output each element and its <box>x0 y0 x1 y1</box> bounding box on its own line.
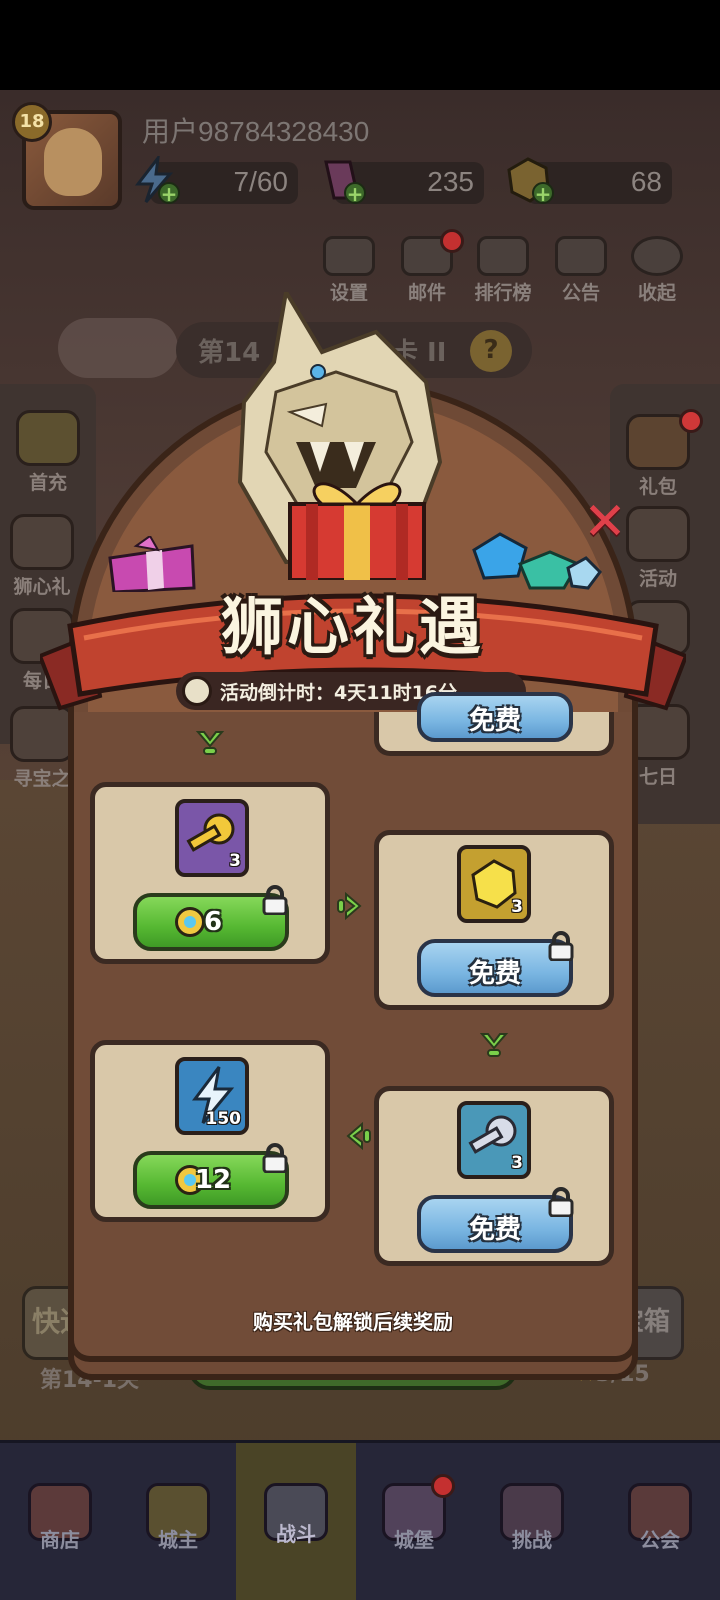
arrow-down-icon <box>195 731 225 755</box>
activity-icon <box>626 506 690 562</box>
level-badge: 18 <box>12 102 52 142</box>
gift-icon <box>626 409 703 470</box>
lock-icon <box>262 1143 288 1173</box>
free-button-label: 免费 <box>468 706 521 736</box>
lock-icon <box>262 885 288 915</box>
item-quantity: 150 <box>205 1109 242 1129</box>
nav-shop-label: 商店 <box>40 1528 80 1552</box>
add-energy-button[interactable]: + <box>158 182 180 204</box>
silver-key-icon: 3 <box>457 1101 531 1179</box>
arrow-left-icon <box>346 1121 371 1151</box>
nav-castle-label: 城堡 <box>394 1528 434 1552</box>
reward-cell-partial: 免费 <box>374 692 614 756</box>
megaphone-icon <box>555 236 607 276</box>
announcement-label: 公告 <box>561 282 600 304</box>
notification-dot <box>679 409 703 433</box>
first-recharge-label: 首充 <box>28 472 67 494</box>
nav-guild[interactable] <box>600 1443 720 1600</box>
cloud-decoration <box>58 318 178 378</box>
ranking-label: 排行榜 <box>474 282 532 304</box>
gear-icon <box>323 236 375 276</box>
popup-title: 狮心礼遇 <box>220 590 485 663</box>
ranking-icon <box>477 236 529 276</box>
free-button-partial[interactable]: 免费 <box>417 692 573 742</box>
nav-castle[interactable] <box>354 1443 474 1600</box>
energy-value: 7/60 <box>233 166 289 197</box>
item-quantity: 3 <box>511 1153 523 1173</box>
red-gift-box-icon <box>288 482 426 580</box>
add-gem-button[interactable]: + <box>344 182 366 204</box>
ranking-button[interactable]: 排行榜 <box>470 236 536 306</box>
arrow-down-icon <box>479 1033 509 1057</box>
announcement-button[interactable]: 公告 <box>548 236 614 306</box>
nav-lord[interactable] <box>118 1443 238 1600</box>
price-label: 12 <box>194 1165 232 1195</box>
notification-dot <box>440 229 464 253</box>
reward-cell: 3 免费 <box>374 830 614 1010</box>
add-gold-button[interactable]: + <box>532 182 554 204</box>
gold-value: 68 <box>630 166 662 197</box>
lock-icon <box>548 1187 574 1217</box>
nav-lord-label: 城主 <box>158 1528 198 1552</box>
collapse-label: 收起 <box>637 282 676 304</box>
reward-cell: 150 12 <box>90 1040 330 1222</box>
collapse-button[interactable]: 收起 <box>624 236 690 306</box>
lock-icon <box>548 931 574 961</box>
first-recharge-button[interactable]: 首充 <box>8 410 88 495</box>
item-quantity: 3 <box>511 897 523 917</box>
gold-coin-icon: 3 <box>457 845 531 923</box>
play-icon <box>631 236 683 276</box>
star-icon <box>16 410 80 466</box>
close-icon[interactable]: ✕ <box>582 496 628 548</box>
help-button[interactable]: ? <box>470 330 512 372</box>
nav-shop[interactable] <box>0 1443 120 1600</box>
nav-challenge[interactable] <box>472 1443 592 1600</box>
clock-icon <box>182 676 212 706</box>
energy-icon: 150 <box>175 1057 249 1135</box>
gem-value: 235 <box>427 166 474 197</box>
notification-dot <box>431 1474 455 1498</box>
nav-guild-label: 公会 <box>640 1528 680 1552</box>
reward-cell: 3 免费 <box>374 1086 614 1266</box>
mail-icon <box>401 229 464 276</box>
username: 用户98784328430 <box>142 116 370 147</box>
item-quantity: 3 <box>229 851 241 871</box>
gift-pack-button[interactable]: 礼包 <box>618 409 703 499</box>
reward-cell: 3 6 <box>90 782 330 964</box>
price-label: 6 <box>203 907 223 937</box>
nav-battle-label: 战斗 <box>276 1522 316 1546</box>
status-bar <box>0 0 720 90</box>
nav-challenge-label: 挑战 <box>512 1528 552 1552</box>
unlock-tip: 购买礼包解锁后续奖励 <box>253 1310 453 1334</box>
gold-key-icon: 3 <box>175 799 249 877</box>
arrow-right-icon <box>337 891 362 921</box>
lion-icon <box>10 514 74 570</box>
bottom-nav <box>0 1440 720 1600</box>
gift-pack-label: 礼包 <box>638 476 677 498</box>
